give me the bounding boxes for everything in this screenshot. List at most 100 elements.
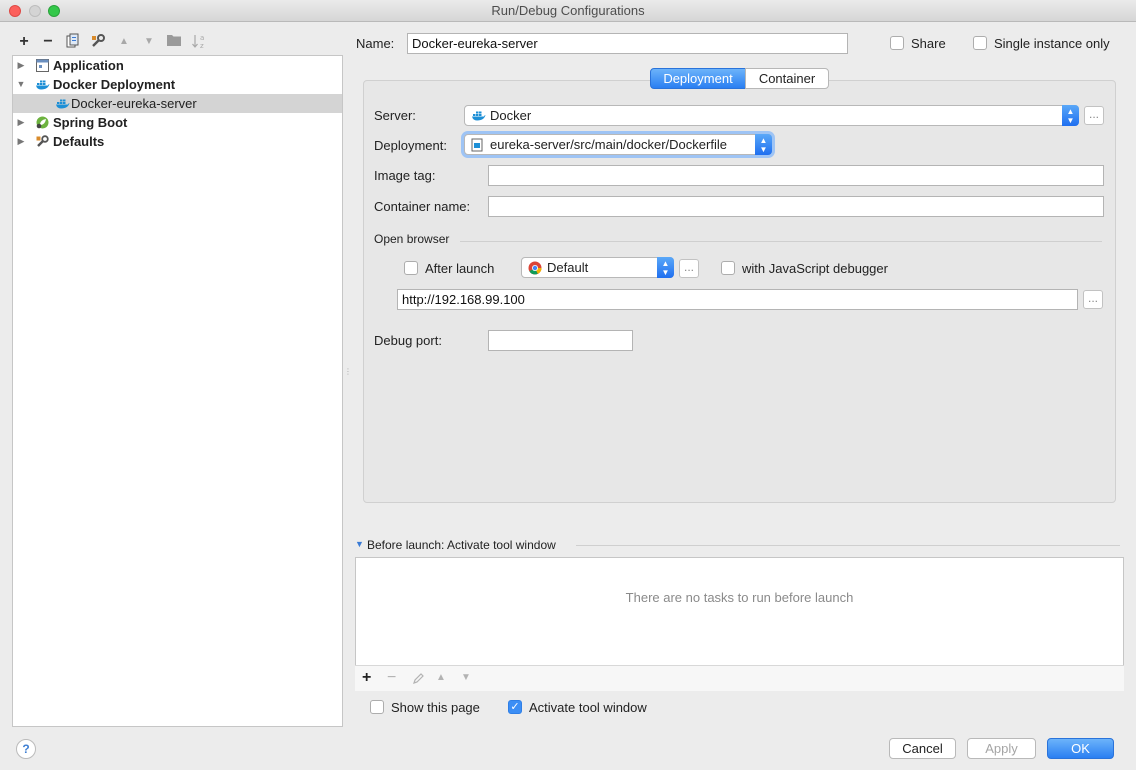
server-select[interactable]: Docker ▲ ▼ [464, 105, 1079, 126]
docker-icon [56, 99, 70, 109]
copy-configuration-button[interactable] [64, 33, 82, 51]
add-task-button[interactable]: + [362, 669, 371, 687]
chevron-updown-icon: ▲ ▼ [657, 257, 674, 278]
expand-arrow-icon[interactable]: ▶ [16, 113, 26, 132]
show-page-label: Show this page [391, 700, 480, 715]
add-configuration-button[interactable]: + [15, 33, 33, 51]
splitter-handle[interactable]: ⋮ [344, 368, 352, 384]
dockerfile-icon [471, 138, 483, 152]
tree-item-docker-deployment[interactable]: ▼ Docker Deployment [13, 75, 342, 94]
name-label: Name: [356, 36, 395, 51]
defaults-wrench-icon [36, 135, 49, 147]
deployment-label: Deployment: [374, 138, 447, 153]
after-launch-label: After launch [425, 261, 495, 276]
no-tasks-text: There are no tasks to run before launch [625, 590, 854, 605]
docker-icon [36, 80, 50, 90]
cancel-button[interactable]: Cancel [889, 738, 956, 759]
remove-configuration-button[interactable]: − [39, 33, 57, 51]
after-launch-checkbox[interactable] [404, 261, 418, 275]
debug-port-input[interactable] [488, 330, 633, 351]
deployment-select[interactable]: eureka-server/src/main/docker/Dockerfile… [464, 134, 772, 155]
tree-item-application[interactable]: ▶ Application [13, 56, 342, 75]
tab-deployment[interactable]: Deployment [650, 68, 746, 89]
application-icon [36, 59, 49, 72]
move-task-down-button[interactable]: ▼ [461, 672, 471, 683]
container-name-label: Container name: [374, 199, 471, 214]
server-browse-button[interactable]: ... [1084, 106, 1104, 125]
wrench-icon [92, 34, 105, 47]
svg-text:z: z [200, 42, 204, 49]
collapse-arrow-icon[interactable]: ▼ [16, 75, 26, 94]
edit-task-button[interactable] [412, 672, 425, 685]
expand-arrow-icon[interactable]: ▶ [16, 132, 26, 151]
sort-alphabetically-icon: az [192, 34, 204, 50]
sort-button[interactable]: az [190, 33, 208, 51]
browser-value: Default [547, 260, 589, 275]
window-close-button[interactable] [9, 5, 21, 17]
debug-port-label: Debug port: [374, 333, 442, 348]
minus-icon: − [387, 669, 397, 686]
single-instance-checkbox[interactable] [973, 36, 987, 50]
share-checkbox[interactable] [890, 36, 904, 50]
share-label: Share [911, 36, 946, 51]
tree-item-docker-eureka-server[interactable]: Docker-eureka-server [13, 94, 342, 113]
before-launch-title: Before launch: Activate tool window [367, 538, 556, 552]
chrome-icon [528, 261, 542, 275]
arrow-up-icon: ▲ [119, 36, 129, 47]
window-maximize-button[interactable] [48, 5, 60, 17]
plus-icon: + [19, 33, 29, 50]
browser-select[interactable]: Default ▲ ▼ [521, 257, 674, 278]
folder-button[interactable] [165, 33, 183, 51]
server-label: Server: [374, 108, 416, 123]
window-minimize-button[interactable] [29, 5, 41, 17]
url-input[interactable] [397, 289, 1078, 310]
remove-task-button[interactable]: − [387, 669, 396, 687]
collapse-triangle-icon[interactable]: ▼ [355, 539, 364, 549]
container-name-input[interactable] [488, 196, 1104, 217]
title-bar: Run/Debug Configurations [0, 0, 1136, 22]
chevron-updown-icon: ▲ ▼ [755, 134, 772, 155]
browser-browse-button[interactable]: ... [679, 259, 699, 278]
arrow-down-icon: ▼ [144, 36, 154, 47]
name-input[interactable] [407, 33, 848, 54]
image-tag-label: Image tag: [374, 168, 436, 183]
apply-button[interactable]: Apply [967, 738, 1036, 759]
tree-item-spring-boot[interactable]: ▶ Spring Boot [13, 113, 342, 132]
open-browser-separator [460, 241, 1102, 242]
question-mark-icon: ? [22, 742, 30, 756]
activate-tool-window-label: Activate tool window [529, 700, 647, 715]
js-debugger-checkbox[interactable] [721, 261, 735, 275]
plus-icon: + [362, 669, 372, 686]
open-browser-label: Open browser [374, 232, 450, 246]
minus-icon: − [43, 33, 53, 50]
move-up-button[interactable]: ▲ [115, 33, 133, 51]
activate-tool-window-checkbox[interactable]: ✓ [508, 700, 522, 714]
show-page-checkbox[interactable] [370, 700, 384, 714]
docker-icon [472, 111, 486, 121]
deployment-value: eureka-server/src/main/docker/Dockerfile [490, 137, 727, 152]
configuration-tree[interactable]: ▶ Application ▼ Docker Deployment Docker… [12, 55, 343, 727]
help-button[interactable]: ? [16, 739, 36, 759]
folder-icon [167, 35, 181, 46]
chevron-updown-icon: ▲ ▼ [1062, 105, 1079, 126]
server-value: Docker [490, 108, 532, 123]
copy-icon [66, 33, 79, 48]
tree-item-defaults[interactable]: ▶ Defaults [13, 132, 342, 151]
move-down-button[interactable]: ▼ [140, 33, 158, 51]
before-launch-separator [576, 545, 1120, 546]
image-tag-input[interactable] [488, 165, 1104, 186]
single-instance-label: Single instance only [994, 36, 1110, 51]
tab-container[interactable]: Container [745, 68, 829, 89]
checkmark-icon: ✓ [510, 701, 520, 713]
arrow-up-icon: ▲ [436, 672, 446, 683]
ok-button[interactable]: OK [1047, 738, 1114, 759]
expand-arrow-icon[interactable]: ▶ [16, 56, 26, 75]
url-browse-button[interactable]: ... [1083, 290, 1103, 309]
before-launch-toolbar: + − ▲ ▼ [355, 665, 1124, 691]
window-title: Run/Debug Configurations [491, 3, 645, 18]
arrow-down-icon: ▼ [461, 672, 471, 683]
move-task-up-button[interactable]: ▲ [436, 672, 446, 683]
js-debugger-label: with JavaScript debugger [742, 261, 888, 276]
spring-boot-icon [36, 116, 49, 129]
edit-defaults-button[interactable] [89, 33, 107, 51]
